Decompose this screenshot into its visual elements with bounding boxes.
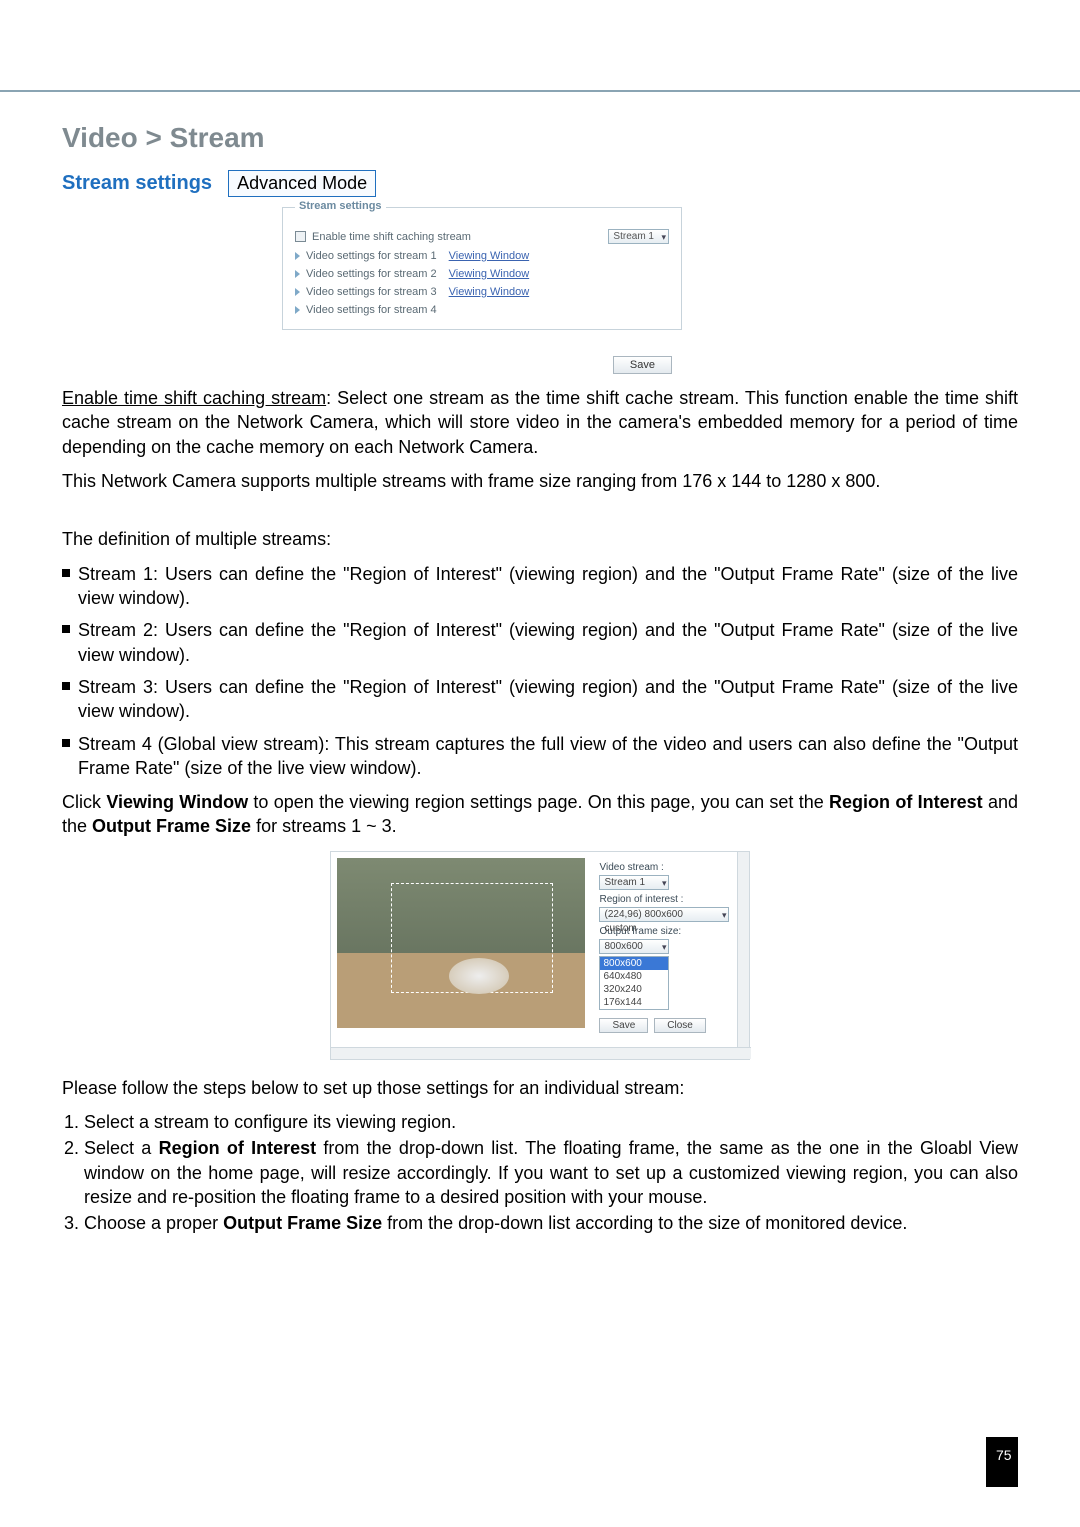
enable-time-shift-label: Enable time shift caching stream — [312, 231, 471, 243]
ofs-option[interactable]: 800x600 — [600, 957, 668, 970]
page-number: 75 — [986, 1437, 1018, 1487]
vw-save-button[interactable]: Save — [599, 1018, 648, 1033]
ofs-option[interactable]: 320x240 — [600, 983, 668, 996]
bullet-4: Stream 4 (Global view stream): This stre… — [78, 732, 1018, 781]
chevron-right-icon[interactable] — [295, 270, 300, 278]
ofs-option[interactable]: 176x144 — [600, 996, 668, 1009]
bullet-1: Stream 1: Users can define the "Region o… — [78, 562, 1018, 611]
stream3-settings-label[interactable]: Video settings for stream 3 — [306, 286, 437, 298]
chevron-right-icon[interactable] — [295, 306, 300, 314]
panel-legend: Stream settings — [295, 200, 386, 212]
video-stream-label: Video stream : — [599, 862, 729, 873]
viewing-window-link-3[interactable]: Viewing Window — [449, 286, 530, 298]
step-3: Choose a proper Output Frame Size from t… — [84, 1211, 1018, 1235]
bullet-icon — [62, 569, 70, 577]
video-preview[interactable] — [337, 858, 585, 1028]
bullet-icon — [62, 625, 70, 633]
enable-time-shift-underline: Enable time shift caching stream — [62, 388, 326, 408]
roi-select[interactable]: (224,96) 800x600 custom — [599, 907, 729, 922]
stream1-settings-label[interactable]: Video settings for stream 1 — [306, 250, 437, 262]
paragraph-2: This Network Camera supports multiple st… — [62, 469, 1018, 493]
stream-settings-panel: Stream settings Enable time shift cachin… — [282, 207, 682, 330]
ofs-options-list[interactable]: 800x600 640x480 320x240 176x144 — [599, 956, 669, 1010]
time-shift-stream-select[interactable]: Stream 1 — [608, 229, 669, 244]
stream-settings-heading: Stream settings — [62, 172, 212, 195]
viewing-window-link-1[interactable]: Viewing Window — [449, 250, 530, 262]
chevron-right-icon[interactable] — [295, 252, 300, 260]
step-2: Select a Region of Interest from the dro… — [84, 1136, 1018, 1209]
viewing-window-panel: Video stream : Stream 1 Region of intere… — [330, 851, 750, 1060]
ofs-option[interactable]: 640x480 — [600, 970, 668, 983]
paragraph-1: Enable time shift caching stream: Select… — [62, 386, 1018, 459]
ofs-select[interactable]: 800x600 — [599, 939, 669, 954]
vw-close-button[interactable]: Close — [654, 1018, 706, 1033]
breadcrumb: Video > Stream — [62, 122, 1018, 154]
advanced-mode-button[interactable]: Advanced Mode — [228, 170, 376, 197]
steps-intro: Please follow the steps below to set up … — [62, 1076, 1018, 1100]
paragraph-3: Click Viewing Window to open the viewing… — [62, 790, 1018, 839]
save-button[interactable]: Save — [613, 356, 672, 374]
bullet-icon — [62, 682, 70, 690]
stream2-settings-label[interactable]: Video settings for stream 2 — [306, 268, 437, 280]
bullet-icon — [62, 739, 70, 747]
viewing-window-link-2[interactable]: Viewing Window — [449, 268, 530, 280]
bullet-3: Stream 3: Users can define the "Region o… — [78, 675, 1018, 724]
scrollbar-horizontal[interactable] — [331, 1047, 751, 1059]
roi-label: Region of interest : — [599, 894, 729, 905]
chevron-right-icon[interactable] — [295, 288, 300, 296]
definition-heading: The definition of multiple streams: — [62, 527, 1018, 551]
enable-time-shift-checkbox[interactable] — [295, 231, 306, 242]
scrollbar-vertical[interactable] — [737, 852, 749, 1059]
video-stream-select[interactable]: Stream 1 — [599, 875, 669, 890]
bullet-2: Stream 2: Users can define the "Region o… — [78, 618, 1018, 667]
stream4-settings-label[interactable]: Video settings for stream 4 — [306, 304, 437, 316]
step-1: Select a stream to configure its viewing… — [84, 1110, 1018, 1134]
